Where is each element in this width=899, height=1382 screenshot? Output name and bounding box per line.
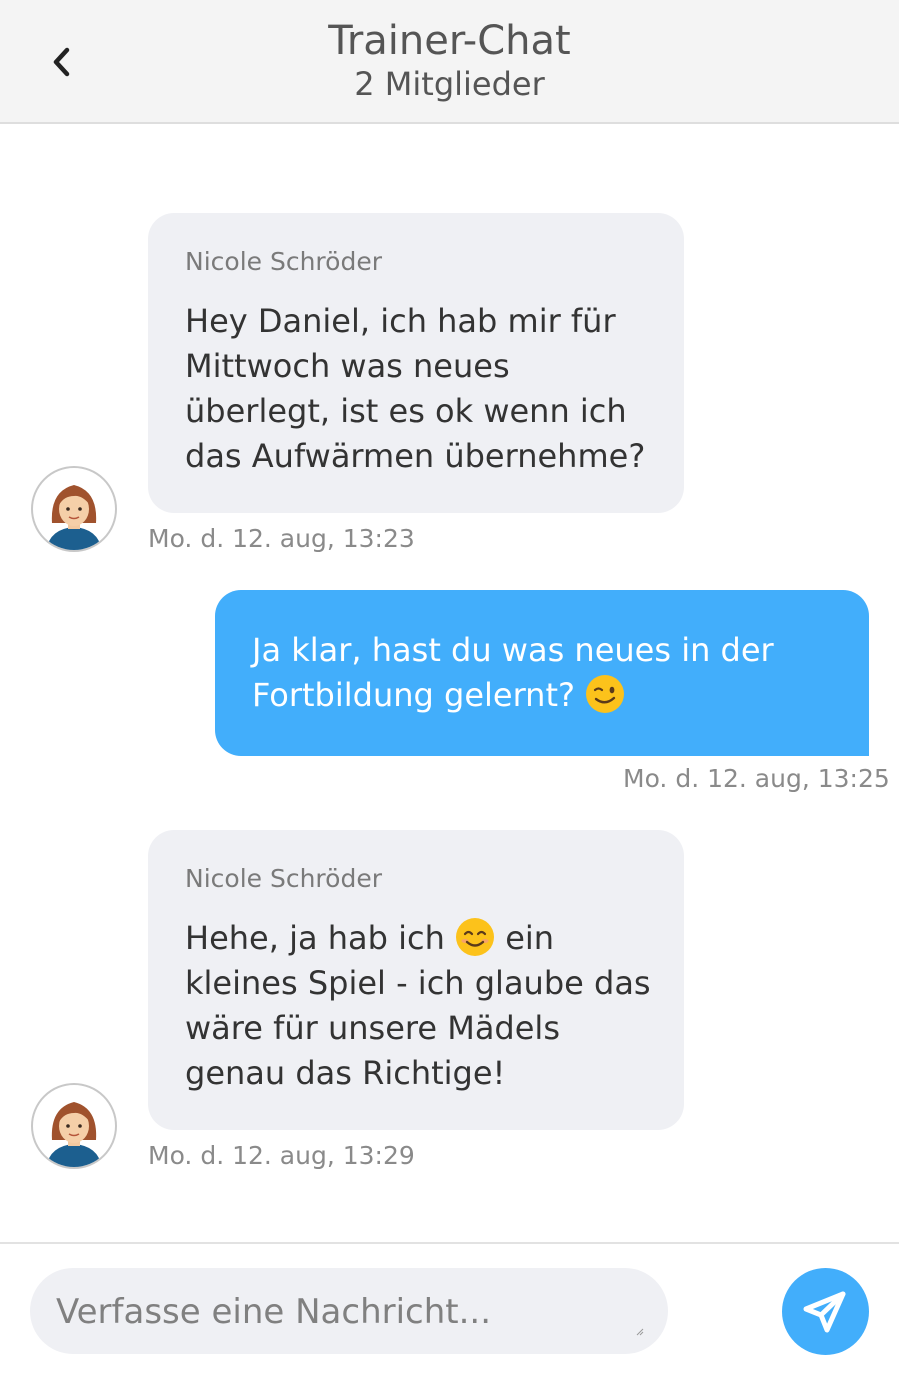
send-button[interactable] <box>782 1268 869 1355</box>
message-bubble-incoming: Nicole Schröder Hehe, ja hab ich ein kle… <box>148 830 684 1130</box>
message-list[interactable]: Nicole Schröder Hey Daniel, ich hab mir … <box>0 124 899 1242</box>
message-input-container[interactable] <box>30 1268 668 1356</box>
message-bubble-incoming: Nicole Schröder Hey Daniel, ich hab mir … <box>148 213 684 513</box>
resize-grip-icon <box>636 1328 644 1336</box>
avatar-image <box>31 1083 117 1169</box>
winking-face-emoji <box>586 675 625 713</box>
sender-name: Nicole Schröder <box>185 864 382 893</box>
message-timestamp: Mo. d. 12. aug, 13:29 <box>148 1141 415 1170</box>
paper-plane-icon <box>803 1291 846 1333</box>
sender-name: Nicole Schröder <box>185 247 382 276</box>
avatar[interactable] <box>30 1082 118 1170</box>
message-bubble-outgoing: Ja klar, hast du was neues in der Fortbi… <box>215 590 869 756</box>
member-count: 2 Mitglieder <box>354 65 545 103</box>
message-text: Hehe, ja hab ich ein kleines Spiel - ich… <box>185 916 664 1096</box>
message-text: Hey Daniel, ich hab mir für Mittwoch was… <box>185 302 646 475</box>
message-text-part: Ja klar, hast du was neues in der Fortbi… <box>252 631 774 714</box>
message-text: Ja klar, hast du was neues in der Fortbi… <box>252 628 839 718</box>
avatar[interactable] <box>30 465 118 553</box>
smiling-face-emoji <box>456 918 495 956</box>
message-input[interactable] <box>54 1268 648 1356</box>
message-timestamp: Mo. d. 12. aug, 13:25 <box>623 764 890 793</box>
chat-header: Trainer-Chat 2 Mitglieder <box>0 0 899 124</box>
avatar-image <box>31 466 117 552</box>
message-timestamp: Mo. d. 12. aug, 13:23 <box>148 524 415 553</box>
message-composer <box>0 1242 899 1382</box>
chat-title: Trainer-Chat <box>328 18 571 64</box>
message-text-part: Hehe, ja hab ich <box>185 919 445 957</box>
